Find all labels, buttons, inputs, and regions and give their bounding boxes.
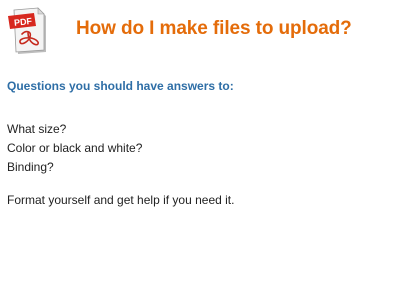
slide-title: How do I make files to upload?: [76, 18, 352, 39]
pdf-document-icon: PDF: [8, 7, 46, 54]
question-item: Binding?: [7, 160, 54, 174]
question-list: What size? Color or black and white? Bin…: [7, 120, 142, 177]
slide: PDF How do I make files to upload? Quest…: [0, 0, 409, 307]
advice-text: Format yourself and get help if you need…: [7, 193, 235, 207]
subheading: Questions you should have answers to:: [7, 79, 234, 93]
question-item: What size?: [7, 122, 67, 136]
question-item: Color or black and white?: [7, 141, 143, 155]
pdf-icon-label: PDF: [14, 16, 33, 28]
